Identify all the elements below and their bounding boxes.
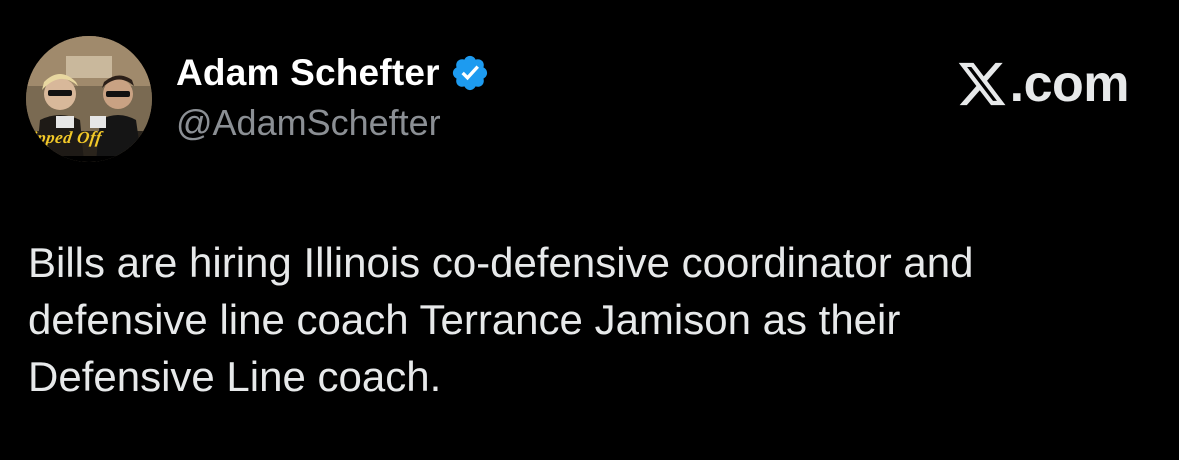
verified-badge-icon	[452, 55, 487, 91]
avatar-overlay-text: ipped Off	[30, 128, 104, 147]
display-name[interactable]: Adam Schefter	[176, 52, 440, 94]
author-handle[interactable]: @AdamSchefter	[176, 102, 441, 144]
x-logo-icon	[958, 62, 1006, 106]
avatar[interactable]: ipped Off	[26, 36, 152, 162]
tweet-text: Bills are hiring Illinois co-defensive c…	[28, 239, 974, 400]
author-name-row: Adam Schefter	[176, 50, 490, 96]
xcom-logo-text: .com	[1009, 55, 1130, 113]
xcom-logo: .com	[956, 55, 1130, 113]
